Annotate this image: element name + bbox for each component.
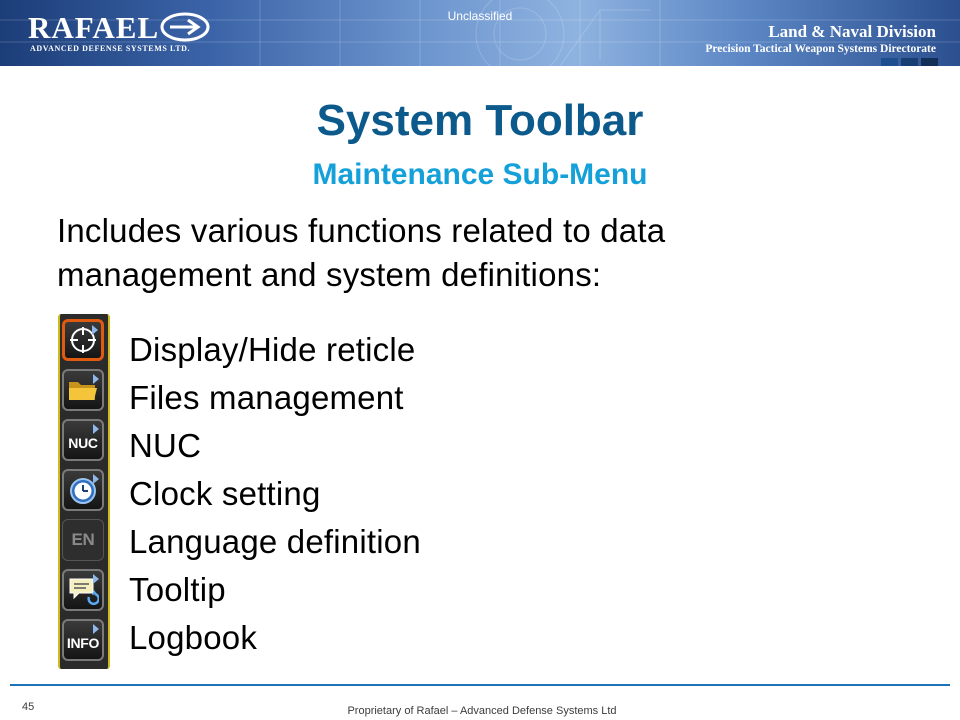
list-item: Display/Hide reticle [129, 331, 416, 368]
slide-subtitle: Maintenance Sub-Menu [312, 158, 648, 191]
reticle-button[interactable] [62, 319, 104, 361]
info-icon: INFO [66, 635, 100, 651]
files-management-button[interactable] [62, 369, 104, 411]
intro-paragraph: Includes various functions related to da… [57, 209, 917, 297]
rafael-logo-subtitle: ADVANCED DEFENSE SYSTEMS LTD. [30, 44, 191, 53]
submenu-arrow-icon [93, 374, 99, 384]
language-icon: EN [71, 530, 95, 549]
footer-divider [10, 684, 950, 686]
list-item: Tooltip [129, 571, 226, 608]
logbook-button[interactable]: INFO [62, 619, 104, 661]
division-block: Land & Naval Division Precision Tactical… [705, 22, 936, 56]
submenu-arrow-icon [93, 474, 99, 484]
division-name: Land & Naval Division [768, 22, 936, 41]
classification-label: Unclassified [447, 9, 513, 23]
submenu-arrow-icon [93, 424, 99, 434]
nuc-button[interactable]: NUC [62, 419, 104, 461]
slide-title: System Toolbar [316, 96, 644, 145]
header-squares-decoration [881, 58, 938, 66]
submenu-arrow-icon [92, 325, 98, 335]
clock-setting-button[interactable] [62, 469, 104, 511]
list-item: Logbook [129, 619, 258, 656]
list-item: Language definition [129, 523, 421, 560]
directorate-name: Precision Tactical Weapon Systems Direct… [705, 43, 936, 55]
tooltip-button[interactable] [62, 569, 104, 611]
intro-line-2: management and system definitions: [57, 256, 602, 293]
list-item: Clock setting [129, 475, 321, 512]
maintenance-toolbar-strip: NUC EN INFO [58, 314, 110, 669]
proprietary-notice: Proprietary of Rafael – Advanced Defense… [347, 705, 617, 717]
list-item: NUC [129, 427, 202, 464]
submenu-arrow-icon [93, 574, 99, 584]
submenu-arrow-icon [93, 624, 99, 634]
nuc-icon: NUC [68, 435, 98, 451]
header-banner: RAFAEL ADVANCED DEFENSE SYSTEMS LTD. Unc… [0, 0, 960, 66]
intro-line-1: Includes various functions related to da… [57, 212, 666, 249]
list-item: Files management [129, 379, 404, 416]
language-definition-button[interactable]: EN [62, 519, 104, 561]
